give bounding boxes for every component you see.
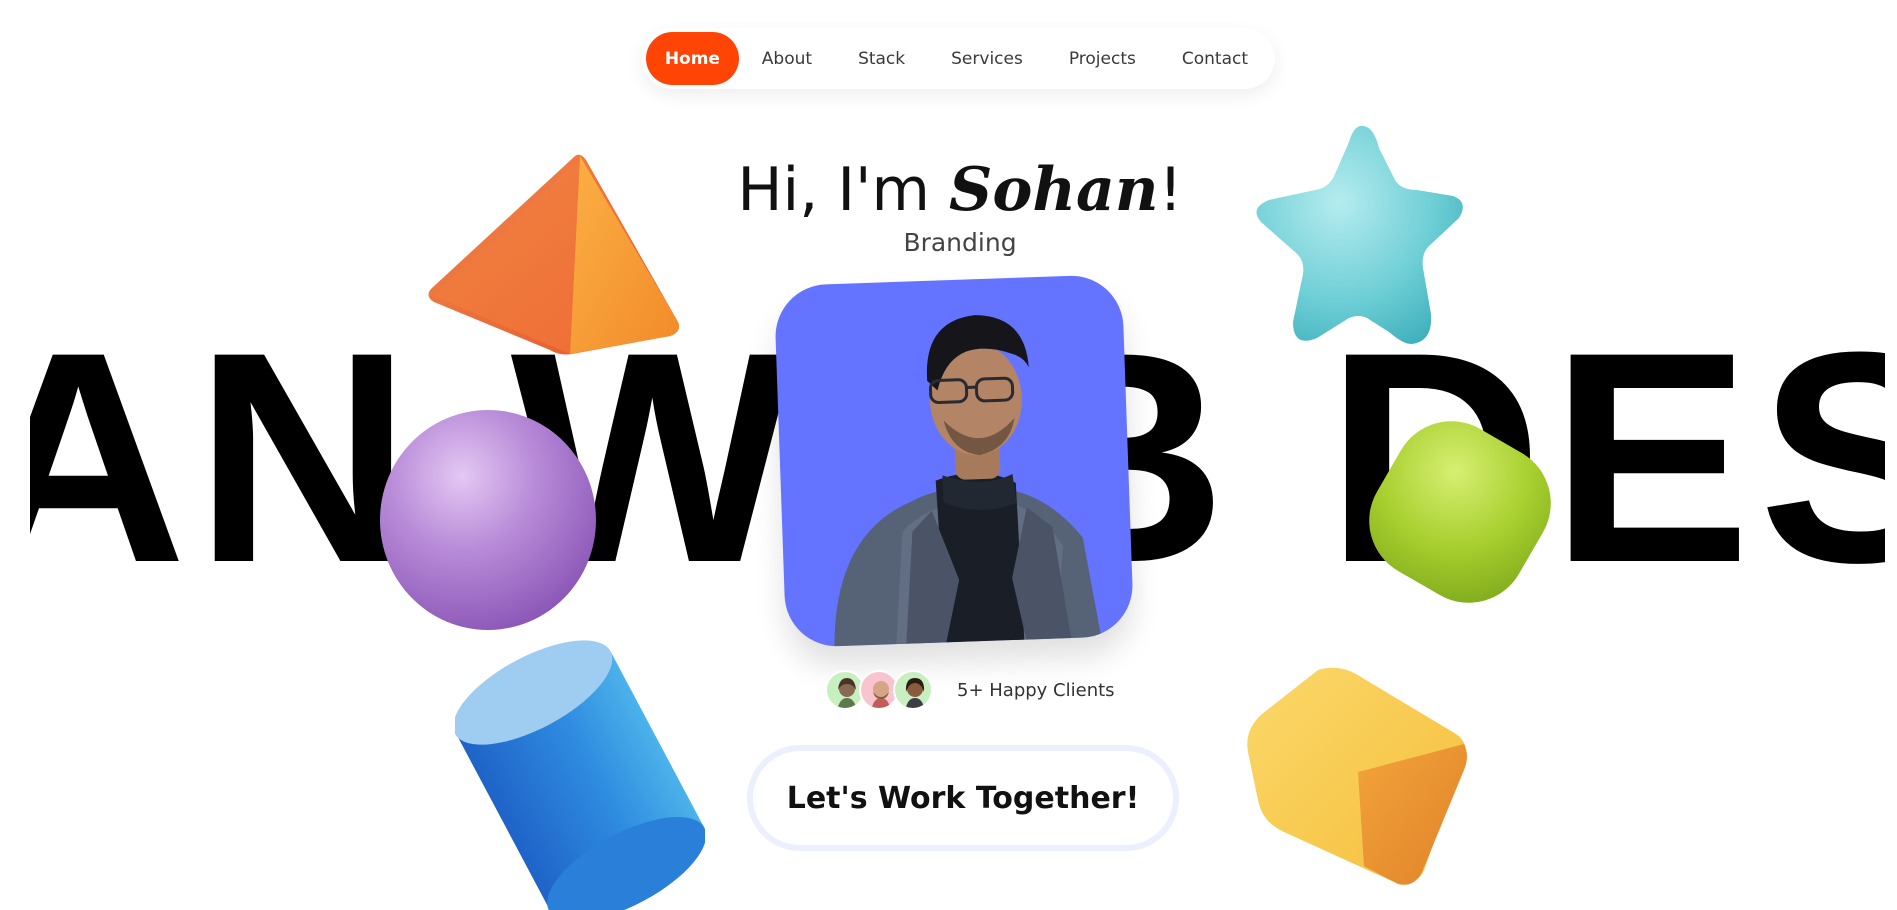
nav-item-contact[interactable]: Contact [1159, 32, 1271, 85]
cylinder-shape [455, 640, 705, 910]
nav-item-about[interactable]: About [739, 32, 835, 85]
person-illustration [774, 274, 1134, 648]
cube-yellow-shape [1238, 660, 1478, 895]
rounded-cube-green-shape [1360, 412, 1560, 612]
star-shape [1245, 118, 1475, 368]
pyramid-shape [420, 150, 685, 360]
nav-item-home[interactable]: Home [646, 32, 739, 85]
sphere-shape [378, 408, 598, 633]
profile-photo [774, 274, 1134, 648]
top-nav: Home About Stack Services Projects Conta… [642, 28, 1275, 89]
avatar [893, 670, 933, 710]
hero-heading: Hi, I'm Sohan! [0, 150, 1897, 230]
role-text: Branding [0, 228, 1897, 257]
clients-label: 5+ Happy Clients [957, 680, 1115, 701]
nav-item-stack[interactable]: Stack [835, 32, 928, 85]
work-together-button[interactable]: Let's Work Together! [747, 745, 1179, 851]
happy-clients: 5+ Happy Clients [825, 668, 1115, 712]
nav-item-services[interactable]: Services [928, 32, 1046, 85]
greeting-text: Hi, I'm [737, 155, 949, 225]
exclaim-text: ! [1159, 155, 1183, 225]
hero-name: Sohan [949, 155, 1158, 225]
nav-item-projects[interactable]: Projects [1046, 32, 1159, 85]
